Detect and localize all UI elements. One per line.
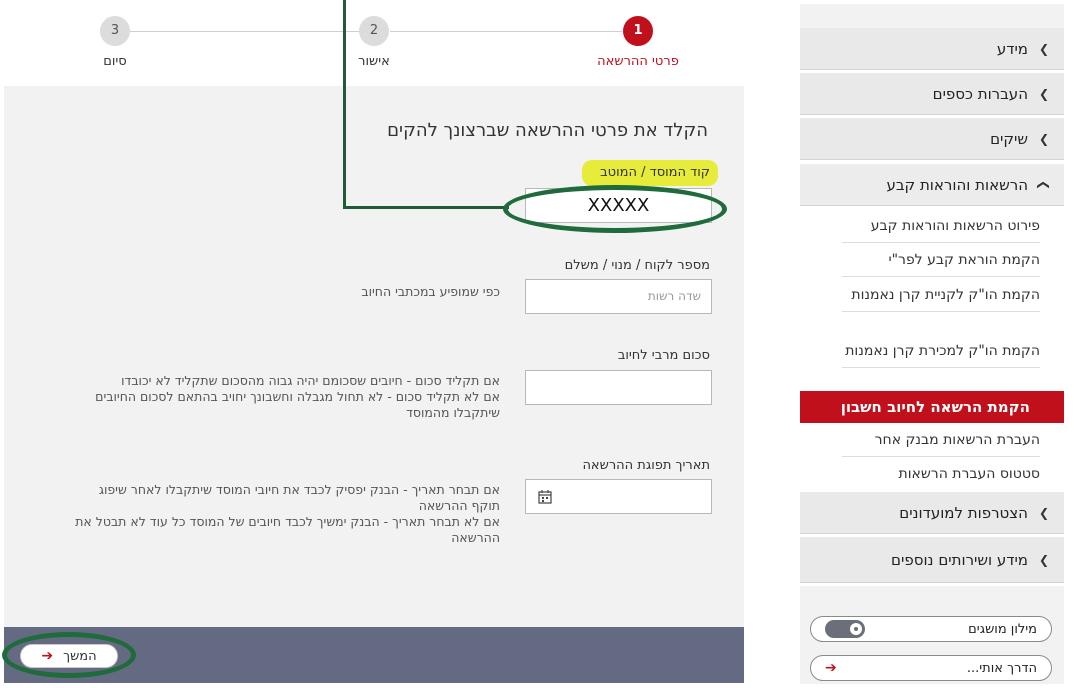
max-amount-help-line: אם לא תקליד סכום - לא תחול מגבלה וחשבונך… xyxy=(95,389,500,420)
max-amount-label: סכום מרבי לחיוב xyxy=(617,348,710,363)
submenu-item[interactable]: העברת הרשאות מבנק אחר xyxy=(842,424,1040,457)
guide-me-label: הדרך אותי... xyxy=(966,660,1037,676)
steps-header: 1 פרטי ההרשאה 2 אישור 3 סיום xyxy=(4,0,744,86)
step-3-label: סיום xyxy=(103,54,127,69)
glossary-label: מילון מושגים xyxy=(968,621,1037,637)
submenu-item-active[interactable]: הקמת הרשאה לחיוב חשבון xyxy=(800,391,1064,423)
calendar-icon[interactable] xyxy=(538,489,552,504)
chevron-left-icon: ❯ xyxy=(1038,505,1050,520)
submenu-item[interactable]: הקמת הו"ק לקניית קרן נאמנות xyxy=(842,279,1040,312)
max-amount-input[interactable] xyxy=(525,370,712,405)
annotation-ellipse xyxy=(503,185,727,233)
toggle-switch[interactable] xyxy=(825,620,865,638)
expiry-date-input[interactable] xyxy=(525,479,712,514)
sidebar-tools: מילון מושגים הדרך אותי... ➔ xyxy=(800,586,1064,684)
sidebar-item-label: הרשאות והוראות קבע xyxy=(886,175,1028,194)
chevron-left-icon: ❯ xyxy=(1038,131,1050,146)
sidebar-item-info[interactable]: ❯ מידע xyxy=(800,28,1064,70)
submenu-item[interactable]: סטטוס העברת הרשאות xyxy=(842,458,1041,490)
sidebar-item-checks[interactable]: ❯ שיקים xyxy=(800,118,1064,160)
step-3-circle: 3 xyxy=(100,16,130,46)
form-title: הקלד את פרטי ההרשאה שברצונך להקים xyxy=(387,120,708,141)
max-amount-help-line: אם תקליד סכום - חיובים שסכומם יהיה גבוה … xyxy=(121,373,500,388)
annotation-ellipse xyxy=(2,632,136,678)
chevron-down-icon: ❯ xyxy=(1037,179,1051,190)
step-2-circle: 2 xyxy=(359,16,389,46)
sidebar-item-transfers[interactable]: ❯ העברות כספים xyxy=(800,73,1064,115)
max-amount-help: אם תקליד סכום - חיובים שסכומם יהיה גבוה … xyxy=(70,373,500,421)
form-panel: הקלד את פרטי ההרשאה שברצונך להקים קוד המ… xyxy=(4,86,744,627)
annotation-line xyxy=(343,0,346,209)
step-connector xyxy=(130,31,370,32)
step-2-label: אישור xyxy=(358,54,390,69)
annotation-line xyxy=(343,206,509,209)
step-1-circle: 1 xyxy=(623,16,653,46)
guide-me-button[interactable]: הדרך אותי... ➔ xyxy=(810,655,1052,681)
glossary-toggle[interactable]: מילון מושגים xyxy=(810,616,1052,642)
sidebar-item-more-services[interactable]: ❯ מידע ושירותים נוספים xyxy=(800,537,1064,583)
expiry-date-help-line: אם לא תבחר תאריך - הבנק ימשיך לכבד חיובי… xyxy=(75,514,500,545)
sidebar-item-label: שיקים xyxy=(990,129,1028,148)
customer-number-input[interactable]: שדה רשות xyxy=(525,279,712,314)
sidebar-item-label: הצטרפות למועדונים xyxy=(899,503,1028,522)
submenu-item[interactable]: הקמת הו"ק למכירת קרן נאמנות xyxy=(842,335,1040,368)
expiry-date-help: אם תבחר תאריך - הבנק יפסיק לכבד את חיובי… xyxy=(70,482,500,546)
chevron-left-icon: ❯ xyxy=(1038,86,1050,101)
step-connector xyxy=(390,31,622,32)
sidebar-item-standing-orders[interactable]: ❯ הרשאות והוראות קבע xyxy=(800,164,1064,206)
expiry-date-help-line: אם תבחר תאריך - הבנק יפסיק לכבד את חיובי… xyxy=(98,482,500,513)
chevron-left-icon: ❯ xyxy=(1038,41,1050,56)
submenu-item[interactable]: פירוט הרשאות והוראות קבע xyxy=(842,210,1040,243)
sidebar-item-label: העברות כספים xyxy=(932,84,1028,103)
sidebar-item-label: מידע ושירותים נוספים xyxy=(891,550,1028,569)
sidebar-item-clubs[interactable]: ❯ הצטרפות למועדונים xyxy=(800,492,1064,534)
sidebar-top-strip xyxy=(800,4,1064,28)
submenu-item[interactable]: הקמת הוראת קבע לפר"י xyxy=(842,244,1040,277)
step-1-label: פרטי ההרשאה xyxy=(597,54,679,69)
chevron-left-icon: ❯ xyxy=(1038,552,1050,567)
expiry-date-label: תאריך תפוגת ההרשאה xyxy=(582,458,710,473)
institution-code-label: קוד המוסד / המוטב xyxy=(600,165,710,180)
customer-number-label: מספר לקוח / מנוי / משלם xyxy=(564,258,710,273)
arrow-left-icon: ➔ xyxy=(825,660,837,676)
sidebar-item-label: מידע xyxy=(996,39,1028,58)
customer-number-help: כפי שמופיע במכתבי החיוב xyxy=(361,284,500,299)
